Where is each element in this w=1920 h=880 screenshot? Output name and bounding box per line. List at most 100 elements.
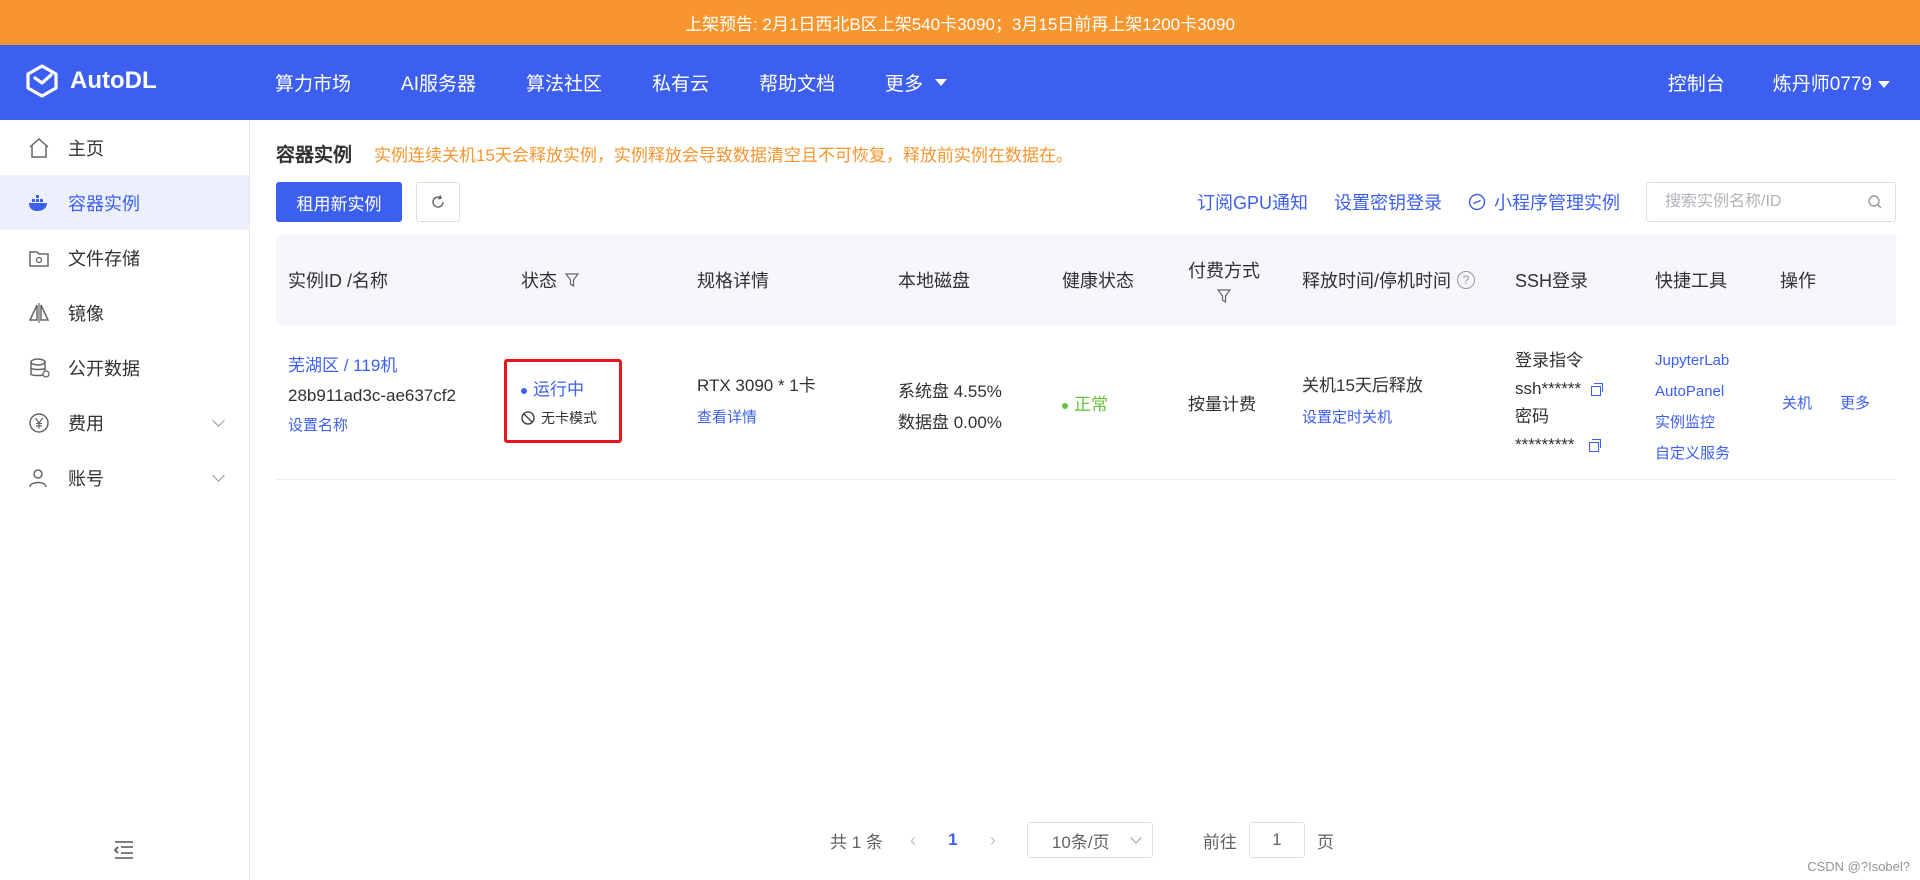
refresh-button[interactable] xyxy=(416,182,460,222)
status-running: 运行中 xyxy=(521,375,597,400)
region-link[interactable]: 芜湖区 / 119机 xyxy=(288,351,456,376)
nav-more-label: 更多 xyxy=(885,74,924,95)
th-status-label: 状态 xyxy=(521,271,557,291)
refresh-icon xyxy=(432,195,444,208)
chevron-down-icon xyxy=(212,414,225,427)
sidebar-item-account[interactable]: 账号 xyxy=(0,450,249,505)
sidebar-item-label: 主页 xyxy=(68,138,104,159)
data-disk: 数据盘 0.00% xyxy=(898,413,1002,432)
sidebar: 主页 容器实例 文件存储 镜像 公开数据 费用 账号 xyxy=(0,120,250,880)
mode-text: 无卡模式 xyxy=(541,410,597,426)
username: 炼丹师0779 xyxy=(1772,74,1872,95)
cell-status: 运行中 无卡模式 xyxy=(521,375,597,428)
page-title: 容器实例 xyxy=(276,145,353,166)
th-tools: 快捷工具 xyxy=(1655,235,1727,325)
brand-name: AutoDL xyxy=(70,67,157,94)
monitor-link[interactable]: 实例监控 xyxy=(1655,407,1730,438)
copy-icon[interactable] xyxy=(1588,439,1602,453)
th-ssh-label: SSH登录 xyxy=(1515,271,1589,291)
nav-private-cloud[interactable]: 私有云 xyxy=(652,69,709,96)
mirror-icon xyxy=(26,300,52,326)
password-label: 密码 xyxy=(1515,407,1549,426)
sidebar-item-label: 费用 xyxy=(68,413,104,434)
set-timer-link[interactable]: 设置定时关机 xyxy=(1302,406,1423,427)
search-icon[interactable] xyxy=(1867,194,1883,210)
filter-icon[interactable] xyxy=(1217,289,1231,303)
th-ops-label: 操作 xyxy=(1780,271,1816,291)
sidebar-item-storage[interactable]: 文件存储 xyxy=(0,230,249,285)
page-size-select[interactable]: 10条/页 xyxy=(1026,822,1153,858)
copy-icon[interactable] xyxy=(1591,383,1604,397)
autopanel-link[interactable]: AutoPanel xyxy=(1655,376,1730,407)
ban-icon xyxy=(521,411,535,425)
th-health-label: 健康状态 xyxy=(1062,271,1134,291)
sidebar-item-home[interactable]: 主页 xyxy=(0,120,249,175)
nav-algorithm-community[interactable]: 算法社区 xyxy=(526,69,602,96)
th-release-label: 释放时间/停机时间 xyxy=(1302,271,1452,291)
ssh-cmd-label: 登录指令 xyxy=(1515,351,1583,370)
prev-page-icon[interactable]: ‹ xyxy=(895,830,931,851)
sidebar-item-images[interactable]: 镜像 xyxy=(0,285,249,340)
nav-more[interactable]: 更多 xyxy=(885,69,948,96)
sidebar-item-instances[interactable]: 容器实例 xyxy=(0,175,249,230)
password-row: ********* xyxy=(1515,431,1604,459)
jupyterlab-link[interactable]: JupyterLab xyxy=(1655,345,1730,376)
th-billing: 付费方式 xyxy=(1188,235,1260,325)
toolbar-links: 订阅GPU通知 设置密钥登录 小程序管理实例 xyxy=(1197,180,1896,224)
search-input[interactable] xyxy=(1665,193,1855,211)
key-login-link[interactable]: 设置密钥登录 xyxy=(1334,189,1442,215)
th-disk-label: 本地磁盘 xyxy=(898,271,970,291)
cell-ssh: 登录指令 ssh****** 密码 ********* xyxy=(1515,347,1604,459)
sidebar-item-label: 文件存储 xyxy=(68,248,140,269)
goto-page-input[interactable]: 1 xyxy=(1248,822,1305,858)
custom-service-link[interactable]: 自定义服务 xyxy=(1655,438,1730,469)
sidebar-item-label: 镜像 xyxy=(68,303,104,324)
status-text: 运行中 xyxy=(533,380,584,399)
ssh-cmd: ssh****** xyxy=(1515,379,1582,398)
password: ********* xyxy=(1515,435,1575,454)
sidebar-item-public-data[interactable]: 公开数据 xyxy=(0,340,249,395)
user-icon xyxy=(26,465,52,491)
health-text: 正常 xyxy=(1074,395,1108,414)
database-icon xyxy=(26,355,52,381)
sidebar-item-billing[interactable]: 费用 xyxy=(0,395,249,450)
yen-icon xyxy=(26,410,52,436)
page-number[interactable]: 1 xyxy=(931,830,975,850)
instance-table: 实例ID /名称 状态 规格详情 本地磁盘 健康状态 付费方式 释放时间/停机时… xyxy=(276,235,1896,480)
main-nav: 算力市场 AI服务器 算法社区 私有云 帮助文档 更多 xyxy=(275,45,997,120)
pagination: 共 1 条 ‹ 1 › 10条/页 前往 1 页 xyxy=(830,822,1334,858)
spec-detail-link[interactable]: 查看详情 xyxy=(697,406,816,427)
th-release: 释放时间/停机时间 ? xyxy=(1302,235,1476,325)
th-id-label: 实例ID /名称 xyxy=(288,271,389,291)
shutdown-button[interactable]: 关机 xyxy=(1782,392,1812,413)
mini-program-link[interactable]: 小程序管理实例 xyxy=(1468,189,1620,215)
storage-icon xyxy=(26,245,52,271)
cell-disk: 系统盘 4.55% 数据盘 0.00% xyxy=(898,377,1002,433)
th-spec: 规格详情 xyxy=(697,235,769,325)
help-icon[interactable]: ? xyxy=(1457,271,1476,289)
no-gpu-mode: 无卡模式 xyxy=(521,408,597,428)
cell-tools: JupyterLab AutoPanel 实例监控 自定义服务 xyxy=(1655,345,1730,469)
nav-compute-market[interactable]: 算力市场 xyxy=(275,69,351,96)
console-link[interactable]: 控制台 xyxy=(1668,69,1725,96)
chevron-down-icon xyxy=(212,469,225,482)
subscribe-gpu-link[interactable]: 订阅GPU通知 xyxy=(1197,189,1308,215)
filter-icon[interactable] xyxy=(565,273,579,287)
nav-help-docs[interactable]: 帮助文档 xyxy=(759,69,835,96)
cell-billing: 按量计费 xyxy=(1188,390,1256,415)
autodl-logo-icon xyxy=(26,64,58,98)
more-button[interactable]: 更多 xyxy=(1840,392,1870,413)
table-row: 芜湖区 / 119机 28b911ad3c-ae637cf2 设置名称 运行中 … xyxy=(276,325,1896,480)
rent-new-instance-button[interactable]: 租用新实例 xyxy=(276,182,402,222)
cell-ops: 关机 更多 xyxy=(1782,392,1870,413)
release-warning: 实例连续关机15天会释放实例，实例释放会导致数据清空且不可恢复，释放前实例在数据… xyxy=(374,146,1073,165)
spec-text: RTX 3090 * 1卡 xyxy=(697,376,816,395)
set-name-link[interactable]: 设置名称 xyxy=(288,414,456,435)
next-page-icon[interactable]: › xyxy=(975,830,1011,851)
user-menu[interactable]: 炼丹师0779 xyxy=(1773,69,1890,96)
collapse-sidebar-icon[interactable] xyxy=(112,838,136,862)
brand-logo[interactable]: AutoDL xyxy=(24,63,157,99)
nav-ai-server[interactable]: AI服务器 xyxy=(401,69,476,96)
sidebar-item-label: 账号 xyxy=(68,468,104,489)
cell-release: 关机15天后释放 设置定时关机 xyxy=(1302,371,1423,427)
